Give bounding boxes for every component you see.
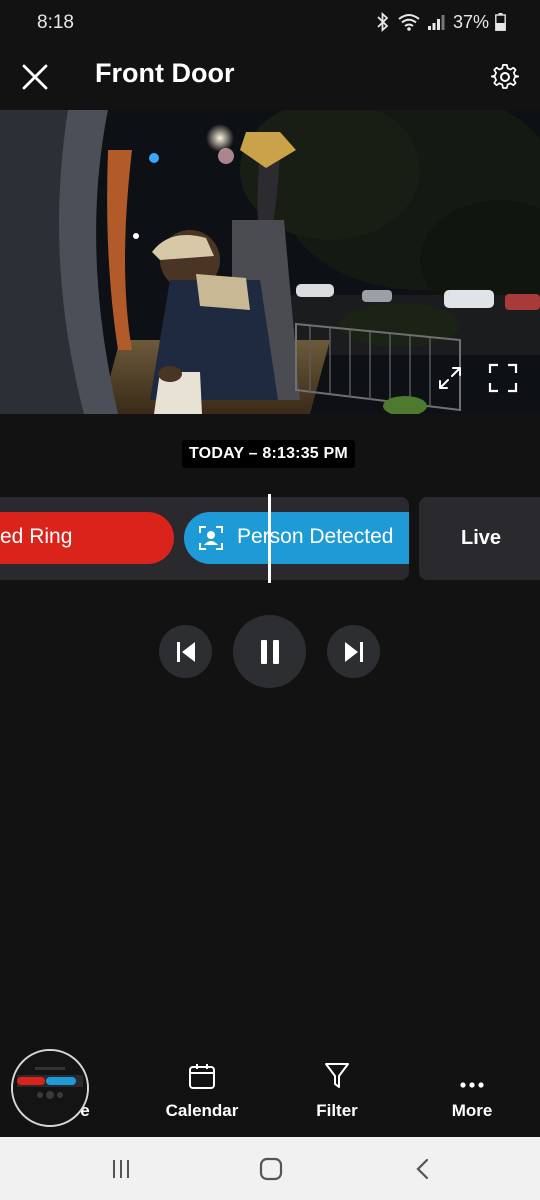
event-person-detected-chip[interactable]: Person Detected bbox=[184, 512, 409, 564]
nav-more[interactable]: More bbox=[432, 1050, 512, 1136]
recent-apps-button[interactable] bbox=[101, 1155, 141, 1183]
video-feed[interactable] bbox=[0, 110, 540, 414]
filter-icon bbox=[325, 1063, 349, 1088]
home-icon bbox=[259, 1157, 283, 1181]
more-dots-icon bbox=[460, 1082, 484, 1088]
event-timeline[interactable]: ed Ring Person Detected bbox=[0, 497, 409, 580]
system-nav-bar bbox=[0, 1137, 540, 1200]
nav-more-label: More bbox=[451, 1101, 493, 1120]
close-icon bbox=[22, 64, 48, 90]
live-label: Live bbox=[461, 527, 502, 549]
event-person-label: Person Detected bbox=[237, 525, 394, 548]
expand-button[interactable] bbox=[432, 360, 468, 396]
nav-calendar[interactable]: Calendar bbox=[152, 1050, 252, 1136]
status-bar: 8:18 37% bbox=[0, 0, 540, 46]
event-ring-chip[interactable]: ed Ring bbox=[0, 512, 174, 564]
skip-next-icon bbox=[344, 641, 363, 662]
next-event-button[interactable] bbox=[327, 625, 380, 678]
screenshot-thumbnail bbox=[13, 1051, 87, 1125]
wifi-icon bbox=[397, 12, 421, 32]
nav-filter-label: Filter bbox=[316, 1101, 358, 1120]
person-detected-icon bbox=[198, 525, 224, 557]
app-header: Front Door bbox=[0, 46, 540, 110]
live-button[interactable]: Live bbox=[419, 497, 540, 580]
gear-icon bbox=[491, 64, 519, 89]
recent-apps-icon bbox=[113, 1160, 129, 1178]
battery-icon bbox=[495, 13, 506, 31]
timeline-timestamp: TODAY – 8:13:35 PM bbox=[182, 440, 355, 468]
bluetooth-icon bbox=[375, 12, 391, 32]
event-ring-label: ed Ring bbox=[0, 525, 73, 548]
nav-calendar-label: Calendar bbox=[165, 1101, 239, 1120]
pause-button[interactable] bbox=[233, 615, 306, 688]
pause-icon bbox=[260, 639, 279, 664]
status-time: 8:18 bbox=[37, 12, 74, 33]
expand-arrows-icon bbox=[439, 367, 461, 389]
previous-event-button[interactable] bbox=[159, 625, 212, 678]
status-icons: 37% bbox=[375, 11, 506, 33]
screenshot-preview-bubble[interactable] bbox=[11, 1049, 89, 1127]
close-button[interactable] bbox=[14, 56, 56, 98]
back-chevron-icon bbox=[416, 1158, 429, 1180]
calendar-icon bbox=[189, 1064, 215, 1089]
back-button[interactable] bbox=[403, 1155, 443, 1183]
nav-filter[interactable]: Filter bbox=[297, 1050, 377, 1136]
home-button[interactable] bbox=[251, 1155, 291, 1183]
signal-icon bbox=[427, 13, 445, 31]
fullscreen-icon bbox=[488, 363, 518, 393]
page-title: Front Door bbox=[95, 58, 235, 88]
settings-button[interactable] bbox=[484, 56, 526, 98]
fullscreen-button[interactable] bbox=[485, 360, 521, 396]
skip-previous-icon bbox=[176, 641, 195, 662]
timeline-playhead[interactable] bbox=[268, 494, 271, 583]
battery-percent: 37% bbox=[452, 11, 489, 32]
